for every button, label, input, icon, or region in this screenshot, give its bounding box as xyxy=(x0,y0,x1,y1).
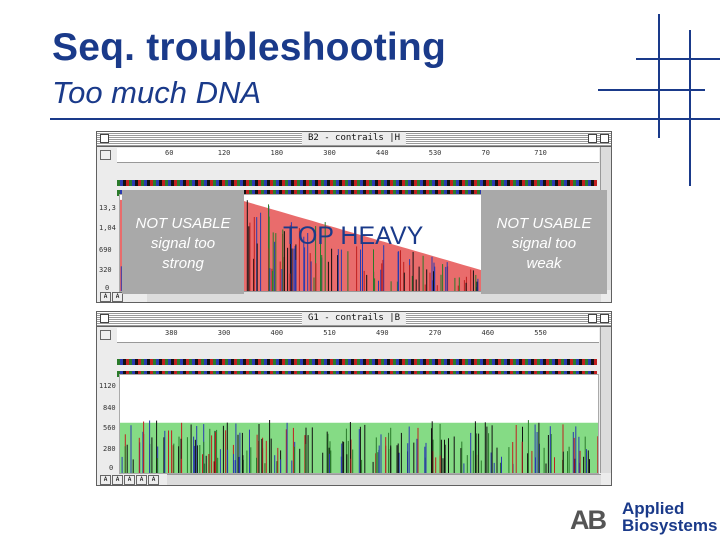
callout-line: signal too xyxy=(511,235,577,252)
top-heavy-label: TOP HEAVY xyxy=(283,222,424,250)
top-window-title: B2 - contrails |H xyxy=(301,132,407,145)
callout-line: NOT USABLE xyxy=(135,215,231,232)
top-lock-icon[interactable] xyxy=(100,150,111,160)
top-y-tick: 0 xyxy=(105,284,110,292)
bottom-base-ruler: 380 300 400 510 490 270 460 550 xyxy=(117,328,599,343)
ruler-tick-label: 530 xyxy=(428,149,442,157)
close-icon[interactable] xyxy=(100,314,109,323)
collapse-icon[interactable] xyxy=(600,134,609,143)
ruler-tick-label: 550 xyxy=(534,329,547,337)
bottom-window-title: G1 - contrails |B xyxy=(301,312,407,325)
ruler-tick-label: 270 xyxy=(428,329,442,337)
ruler-tick-label: 180 xyxy=(270,149,284,157)
slide-title: Seq. troubleshooting xyxy=(52,26,446,69)
ruler-tick-label: 400 xyxy=(270,329,284,337)
ruler-tick-label: 60 xyxy=(165,149,174,157)
applied-biosystems-logo-text: Applied Biosystems xyxy=(622,500,717,534)
not-usable-strong-callout: NOT USABLE signal too strong xyxy=(122,190,244,294)
zoom-icon[interactable] xyxy=(588,314,597,323)
ruler-tick-label: 380 xyxy=(165,329,178,337)
bottom-base-call-strip-2 xyxy=(117,364,599,377)
top-y-tick: 1,04 xyxy=(99,224,116,232)
top-base-ruler: 60 120 180 300 440 530 70 710 xyxy=(117,148,599,163)
not-usable-weak-callout: NOT USABLE signal too weak xyxy=(481,190,607,294)
bottom-y-tick: 560 xyxy=(103,424,116,432)
logo-line-2: Biosystems xyxy=(622,516,718,535)
ruler-tick-label: 120 xyxy=(217,149,231,157)
deco-hline-2 xyxy=(598,89,705,91)
bottom-vertical-scrollbar[interactable] xyxy=(600,327,611,473)
deco-vline-2 xyxy=(689,30,691,186)
top-window-titlebar[interactable]: B2 - contrails |H xyxy=(97,132,611,147)
ruler-tick-label: 300 xyxy=(323,149,336,157)
bottom-trace-chart xyxy=(120,420,598,473)
applied-biosystems-logo-mark: AB xyxy=(570,505,607,535)
bottom-y-tick: 280 xyxy=(103,445,116,453)
deco-hline-1 xyxy=(636,58,720,60)
ruler-tick-label: 490 xyxy=(376,329,389,337)
collapse-icon[interactable] xyxy=(600,314,609,323)
top-zoom-out-icon[interactable]: A xyxy=(100,292,111,302)
bottom-y-tick: 0 xyxy=(109,464,114,472)
bottom-option-icon-3[interactable]: A xyxy=(148,475,159,485)
callout-line: NOT USABLE xyxy=(496,215,592,232)
bottom-base-call-strip xyxy=(117,352,599,365)
zoom-icon[interactable] xyxy=(588,134,597,143)
top-y-tick: 690 xyxy=(99,246,112,254)
logo-line-1: Applied xyxy=(622,499,685,518)
ruler-tick-label: 300 xyxy=(217,329,231,337)
callout-line: strong xyxy=(162,255,204,272)
bottom-sequence-window[interactable]: G1 - contrails |B 380 300 400 510 490 270 460 5… xyxy=(96,311,612,486)
callout-line: signal too xyxy=(150,235,216,252)
ruler-tick-label: 460 xyxy=(481,329,495,337)
bottom-y-tick: 1120 xyxy=(99,382,116,390)
bottom-window-titlebar[interactable]: G1 - contrails |B xyxy=(97,312,611,327)
close-icon[interactable] xyxy=(100,134,109,143)
bottom-option-icon-2[interactable]: A xyxy=(136,475,147,485)
bottom-horizontal-scrollbar[interactable] xyxy=(167,474,601,485)
deco-vline-1 xyxy=(658,14,660,138)
ruler-tick-label: 440 xyxy=(376,149,389,157)
callout-line: weak xyxy=(526,255,562,272)
top-y-tick: 320 xyxy=(99,266,112,274)
title-underline xyxy=(50,118,720,120)
bottom-zoom-in-icon[interactable]: A xyxy=(112,475,123,485)
ruler-tick-label: 710 xyxy=(534,149,547,157)
ruler-tick-label: 510 xyxy=(323,329,336,337)
bottom-trace-plot xyxy=(119,374,599,474)
bottom-zoom-out-icon[interactable]: A xyxy=(100,475,111,485)
ruler-tick-label: 70 xyxy=(481,149,490,157)
top-base-call-strip xyxy=(117,173,599,186)
bottom-option-icon[interactable]: A xyxy=(124,475,135,485)
slide-subtitle: Too much DNA xyxy=(52,75,262,110)
top-y-tick: 13,3 xyxy=(99,204,116,212)
bottom-lock-icon[interactable] xyxy=(100,330,111,340)
bottom-y-tick: 840 xyxy=(103,404,116,412)
top-base-call-strip-2 xyxy=(117,183,599,196)
